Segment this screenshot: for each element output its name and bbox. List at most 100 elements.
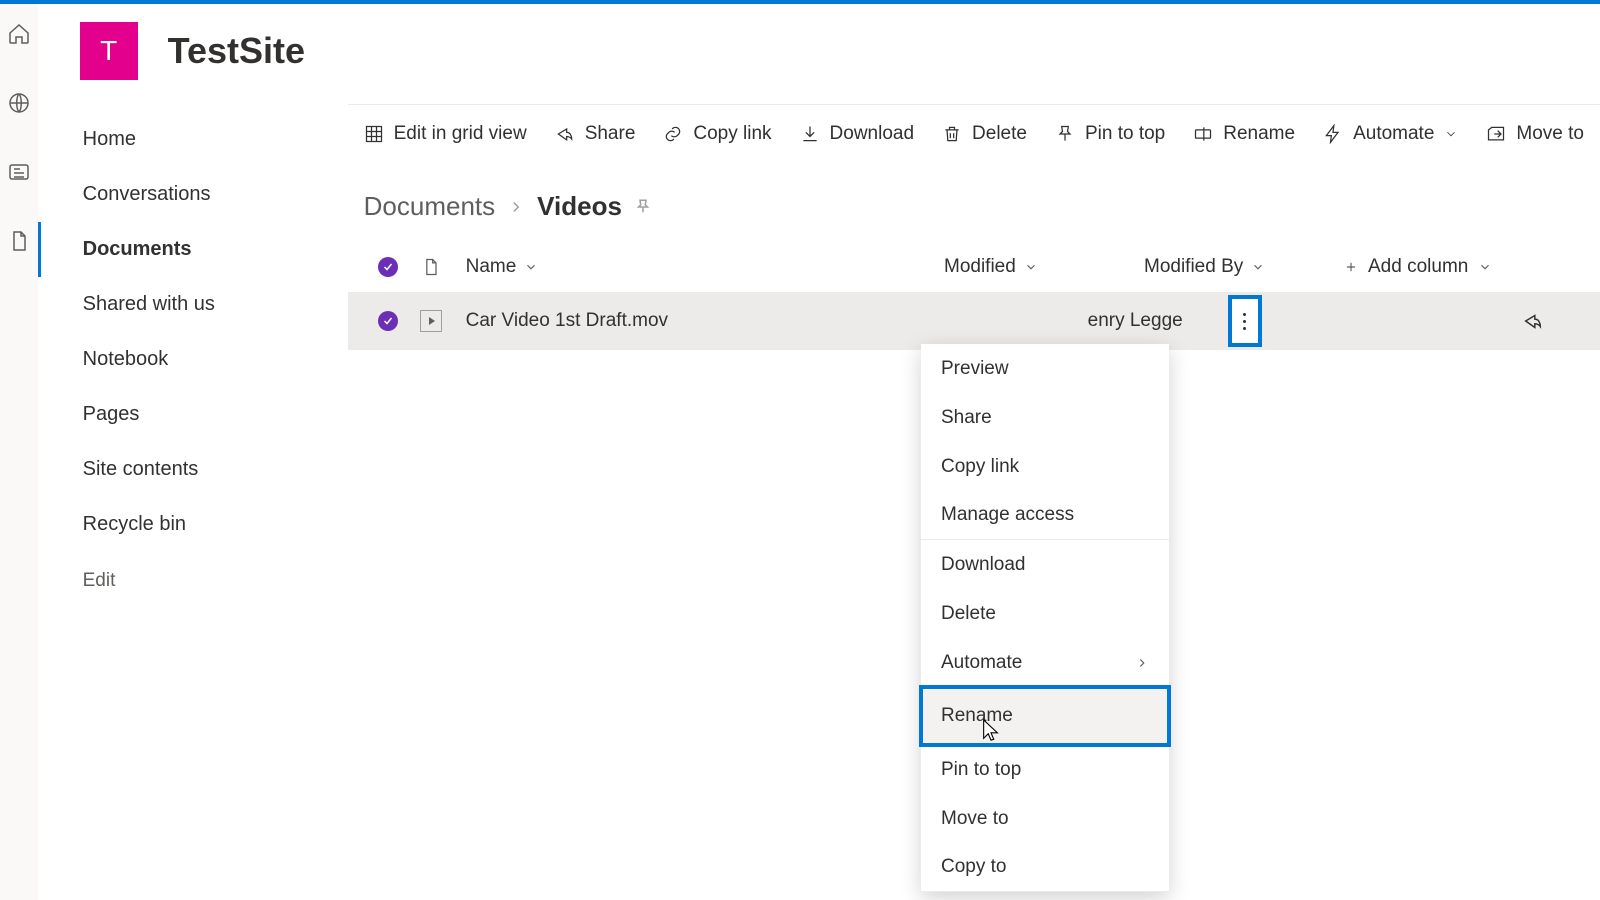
cmd-share-label: Share bbox=[585, 123, 636, 145]
nav-shared-with-us[interactable]: Shared with us bbox=[38, 277, 348, 332]
automate-icon bbox=[1323, 124, 1343, 144]
add-column-label: Add column bbox=[1368, 256, 1468, 278]
pin-icon bbox=[1055, 124, 1075, 144]
link-icon bbox=[663, 124, 683, 144]
column-name[interactable]: Name bbox=[456, 256, 944, 278]
cmd-copy-link-label: Copy link bbox=[693, 123, 771, 145]
ctx-delete[interactable]: Delete bbox=[921, 589, 1169, 638]
chevron-down-icon bbox=[1444, 127, 1458, 141]
breadcrumb-current: Videos bbox=[537, 191, 622, 222]
breadcrumb: Documents Videos bbox=[348, 163, 1600, 242]
column-modified[interactable]: Modified bbox=[944, 256, 1144, 278]
cmd-edit-grid-label: Edit in grid view bbox=[394, 123, 527, 145]
ctx-move-to[interactable]: Move to bbox=[921, 794, 1169, 843]
ctx-copy-to[interactable]: Copy to bbox=[921, 843, 1169, 892]
command-bar: Edit in grid view Share Copy link Downlo… bbox=[348, 105, 1600, 163]
left-navigation: Home Conversations Documents Shared with… bbox=[38, 104, 348, 900]
row-check[interactable] bbox=[378, 311, 398, 331]
cmd-copy-link[interactable]: Copy link bbox=[663, 123, 771, 145]
cmd-pin-label: Pin to top bbox=[1085, 123, 1165, 145]
ctx-manage-access-label: Manage access bbox=[941, 504, 1074, 526]
chevron-right-icon bbox=[507, 198, 525, 216]
column-modified-by-label: Modified By bbox=[1144, 256, 1243, 278]
grid-icon bbox=[364, 124, 384, 144]
share-icon bbox=[555, 124, 575, 144]
trash-icon bbox=[942, 124, 962, 144]
nav-site-contents[interactable]: Site contents bbox=[38, 442, 348, 497]
move-to-icon bbox=[1486, 124, 1506, 144]
rename-icon bbox=[1193, 124, 1213, 144]
app-rail bbox=[0, 4, 38, 900]
table-row[interactable]: Car Video 1st Draft.mov enry Legge bbox=[348, 292, 1600, 350]
cmd-automate-label: Automate bbox=[1353, 123, 1434, 145]
cmd-delete-label: Delete bbox=[972, 123, 1027, 145]
home-icon[interactable] bbox=[7, 22, 31, 51]
chevron-down-icon bbox=[524, 260, 538, 274]
ctx-copy-to-label: Copy to bbox=[941, 856, 1006, 878]
nav-documents[interactable]: Documents bbox=[38, 222, 348, 277]
nav-recycle-bin[interactable]: Recycle bin bbox=[38, 497, 348, 552]
file-type-icon bbox=[421, 257, 441, 277]
kebab-icon bbox=[1243, 313, 1246, 330]
nav-edit[interactable]: Edit bbox=[41, 552, 348, 608]
cmd-delete[interactable]: Delete bbox=[942, 123, 1027, 145]
video-file-icon bbox=[420, 310, 442, 332]
nav-pages[interactable]: Pages bbox=[38, 387, 348, 442]
chevron-down-icon bbox=[1251, 260, 1265, 274]
ctx-pin-label: Pin to top bbox=[941, 759, 1021, 781]
table-header: Name Modified Modified By Add column bbox=[348, 242, 1600, 292]
ctx-automate-label: Automate bbox=[941, 652, 1022, 674]
cmd-rename-label: Rename bbox=[1223, 123, 1295, 145]
column-name-label: Name bbox=[466, 256, 517, 278]
ctx-preview[interactable]: Preview bbox=[921, 344, 1169, 393]
globe-icon[interactable] bbox=[7, 91, 31, 120]
share-row-icon[interactable] bbox=[1522, 310, 1544, 332]
ctx-copy-link[interactable]: Copy link bbox=[921, 442, 1169, 491]
cmd-edit-grid[interactable]: Edit in grid view bbox=[364, 123, 527, 145]
chevron-down-icon bbox=[1024, 260, 1038, 274]
select-all-check[interactable] bbox=[378, 257, 398, 277]
ctx-download[interactable]: Download bbox=[921, 540, 1169, 589]
ctx-share[interactable]: Share bbox=[921, 393, 1169, 442]
ctx-share-label: Share bbox=[941, 407, 992, 429]
cmd-share[interactable]: Share bbox=[555, 123, 636, 145]
ctx-pin-to-top[interactable]: Pin to top bbox=[921, 745, 1169, 794]
cmd-automate[interactable]: Automate bbox=[1323, 123, 1458, 145]
add-column[interactable]: Add column bbox=[1344, 256, 1584, 278]
more-actions-button[interactable] bbox=[1228, 295, 1262, 347]
nav-home[interactable]: Home bbox=[38, 112, 348, 167]
ctx-preview-label: Preview bbox=[941, 358, 1009, 380]
breadcrumb-root[interactable]: Documents bbox=[364, 191, 496, 222]
ctx-download-label: Download bbox=[941, 554, 1026, 576]
pin-small-icon[interactable] bbox=[634, 198, 652, 216]
ctx-copy-link-label: Copy link bbox=[941, 456, 1019, 478]
news-icon[interactable] bbox=[7, 160, 31, 189]
cmd-move-to-label: Move to bbox=[1516, 123, 1584, 145]
site-logo: T bbox=[80, 22, 138, 80]
file-icon[interactable] bbox=[7, 229, 31, 258]
column-modified-label: Modified bbox=[944, 256, 1016, 278]
cursor-icon bbox=[980, 718, 1002, 749]
site-title: TestSite bbox=[168, 30, 305, 72]
chevron-down-icon bbox=[1478, 260, 1492, 274]
download-icon bbox=[800, 124, 820, 144]
file-name[interactable]: Car Video 1st Draft.mov bbox=[466, 310, 668, 332]
nav-notebook[interactable]: Notebook bbox=[38, 332, 348, 387]
nav-conversations[interactable]: Conversations bbox=[38, 167, 348, 222]
context-menu: Preview Share Copy link Manage access Do… bbox=[921, 344, 1169, 892]
cmd-download-label: Download bbox=[830, 123, 915, 145]
ctx-rename[interactable]: Rename bbox=[919, 685, 1171, 747]
ctx-move-to-label: Move to bbox=[941, 808, 1009, 830]
plus-icon bbox=[1344, 260, 1358, 274]
column-modified-by[interactable]: Modified By bbox=[1144, 256, 1344, 278]
cmd-pin-to-top[interactable]: Pin to top bbox=[1055, 123, 1165, 145]
ctx-delete-label: Delete bbox=[941, 603, 996, 625]
cmd-download[interactable]: Download bbox=[800, 123, 915, 145]
ctx-manage-access[interactable]: Manage access bbox=[921, 491, 1169, 540]
chevron-right-icon bbox=[1135, 656, 1149, 670]
ctx-rename-label: Rename bbox=[941, 705, 1013, 727]
cmd-move-to[interactable]: Move to bbox=[1486, 123, 1584, 145]
cmd-rename[interactable]: Rename bbox=[1193, 123, 1295, 145]
site-header: T TestSite bbox=[38, 4, 1600, 104]
ctx-automate[interactable]: Automate bbox=[921, 638, 1169, 687]
